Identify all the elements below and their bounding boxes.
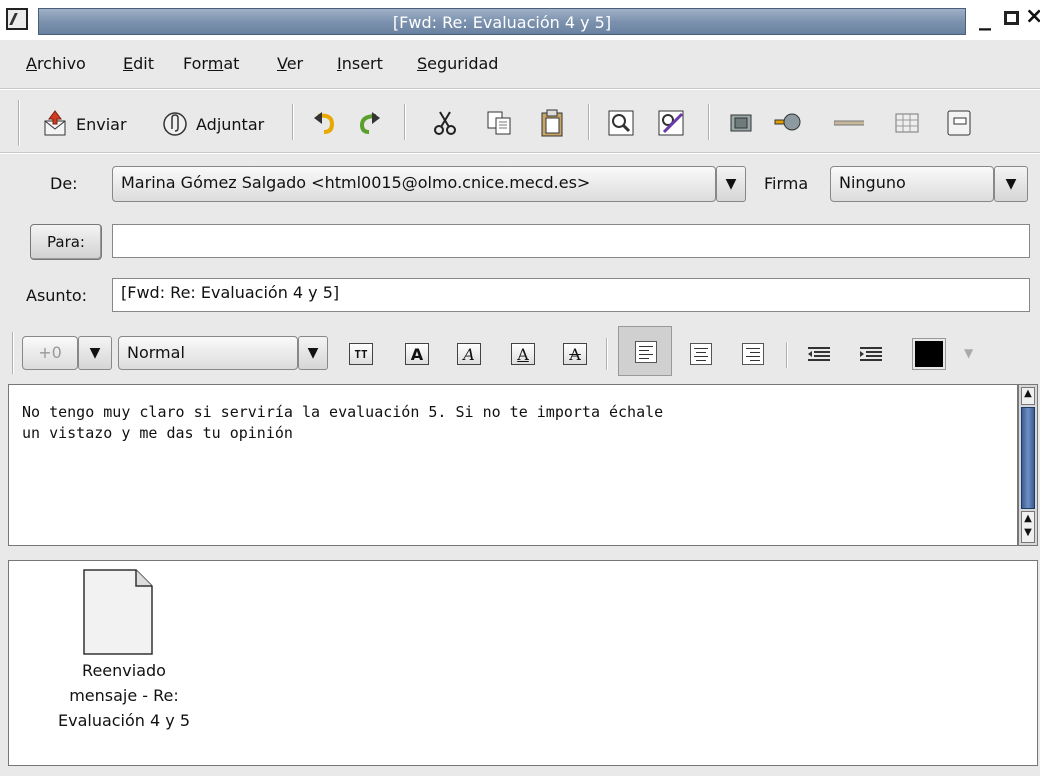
font-size-dropdown-button[interactable]: ▼	[78, 336, 112, 370]
strikethrough-button[interactable]: A	[558, 338, 592, 370]
align-left-button[interactable]	[618, 326, 672, 376]
attach-button[interactable]: Adjuntar	[160, 106, 264, 142]
send-icon	[44, 110, 66, 136]
toolbar-separator	[708, 104, 710, 140]
italic-label: A	[457, 343, 481, 365]
find-icon[interactable]	[606, 108, 636, 138]
paragraph-style-dropdown-button[interactable]: ▼	[298, 336, 328, 370]
toolbar-separator	[404, 104, 406, 140]
signature-dropdown-button[interactable]: ▼	[994, 166, 1028, 202]
attach-icon	[163, 112, 187, 136]
horizontal-line-icon[interactable]	[834, 108, 864, 138]
attachment-item[interactable]: Reenviado mensaje - Re: Evaluación 4 y 5	[58, 568, 190, 768]
toolbar-grip	[18, 100, 20, 146]
underline-button[interactable]: A	[506, 338, 540, 370]
toolbar-separator	[606, 338, 608, 370]
spellcheck-icon[interactable]	[656, 108, 686, 138]
teletype-button[interactable]: TT	[344, 338, 378, 370]
from-select[interactable]: Marina Gómez Salgado <html0015@olmo.cnic…	[112, 166, 716, 202]
scroll-up-icon[interactable]: ▲	[1021, 387, 1035, 405]
message-body-text: No tengo muy claro si serviría la evalua…	[22, 403, 664, 442]
text-color-swatch	[915, 341, 943, 367]
minimize-icon[interactable]: _	[979, 5, 991, 29]
align-right-icon	[742, 343, 764, 365]
subject-label: Asunto:	[26, 286, 88, 305]
signature-label: Firma	[764, 174, 809, 193]
toolbar-separator	[292, 104, 294, 140]
subject-input[interactable]: [Fwd: Re: Evaluación 4 y 5]	[112, 278, 1030, 312]
dropdown-arrow-icon: ▼	[89, 345, 101, 361]
bold-button[interactable]: A	[400, 338, 434, 370]
dropdown-arrow-icon: ▼	[725, 176, 737, 192]
title-bar-strip[interactable]: [Fwd: Re: Evaluación 4 y 5]	[38, 8, 966, 35]
align-center-icon	[690, 343, 712, 365]
toolbar-separator	[588, 104, 590, 140]
vertical-scrollbar[interactable]: ▲ ▲ ▼	[1018, 384, 1038, 546]
underline-label: A	[511, 343, 535, 365]
menu-format[interactable]: Format	[183, 54, 239, 73]
image-icon[interactable]	[726, 108, 756, 138]
align-left-icon	[635, 341, 657, 363]
paragraph-style-select[interactable]: Normal	[118, 336, 298, 370]
more-options-arrow-icon[interactable]: ▼	[964, 346, 973, 360]
menu-seguridad[interactable]: Seguridad	[417, 54, 498, 73]
scrollbar-thumb[interactable]	[1021, 407, 1035, 509]
paste-icon[interactable]	[537, 108, 567, 138]
divider	[0, 88, 1040, 90]
scroll-down-icon[interactable]: ▲ ▼	[1021, 511, 1035, 543]
teletype-label: TT	[349, 343, 373, 365]
send-button[interactable]: Enviar	[40, 106, 127, 142]
attachment-label: Reenviado mensaje - Re: Evaluación 4 y 5	[57, 661, 191, 730]
anchor-icon[interactable]	[944, 108, 974, 138]
menu-edit[interactable]: Edit	[123, 54, 154, 73]
dropdown-arrow-icon: ▼	[1005, 176, 1017, 192]
menu-ver[interactable]: Ver	[277, 54, 303, 73]
undo-icon[interactable]	[310, 108, 340, 138]
strikethrough-label: A	[563, 343, 587, 365]
align-center-button[interactable]	[684, 338, 718, 370]
window-menu-icon[interactable]	[6, 8, 28, 30]
text-color-button[interactable]	[912, 338, 946, 370]
bold-label: A	[405, 343, 429, 365]
copy-icon[interactable]	[484, 108, 514, 138]
link-icon[interactable]	[772, 108, 802, 138]
from-dropdown-button[interactable]: ▼	[716, 166, 746, 202]
maximize-icon[interactable]	[1004, 11, 1019, 25]
close-icon[interactable]: ×	[1025, 4, 1040, 29]
redo-icon[interactable]	[354, 108, 384, 138]
menu-archivo[interactable]: Archivo	[26, 54, 86, 73]
to-input[interactable]	[112, 224, 1030, 258]
table-icon[interactable]	[892, 108, 922, 138]
menu-insert[interactable]: Insert	[337, 54, 383, 73]
divider	[0, 152, 1040, 154]
font-size-select[interactable]: +0	[22, 336, 78, 370]
send-label: Enviar	[76, 114, 127, 134]
window-title: [Fwd: Re: Evaluación 4 y 5]	[392, 13, 612, 32]
to-button[interactable]: Para:	[30, 224, 102, 260]
from-label: De:	[50, 174, 78, 193]
indent-icon[interactable]	[856, 340, 886, 370]
cut-icon[interactable]	[430, 108, 460, 138]
title-bar: [Fwd: Re: Evaluación 4 y 5] _ ×	[0, 0, 1040, 40]
document-icon	[83, 569, 153, 655]
dropdown-arrow-icon: ▼	[307, 345, 319, 361]
align-right-button[interactable]	[736, 338, 770, 370]
signature-select[interactable]: Ninguno	[830, 166, 994, 202]
toolbar-separator	[786, 342, 788, 368]
outdent-icon[interactable]	[804, 340, 834, 370]
format-toolbar-grip	[12, 332, 14, 374]
attach-label: Adjuntar	[196, 114, 265, 134]
italic-button[interactable]: A	[452, 338, 486, 370]
menu-bar	[0, 44, 1040, 84]
